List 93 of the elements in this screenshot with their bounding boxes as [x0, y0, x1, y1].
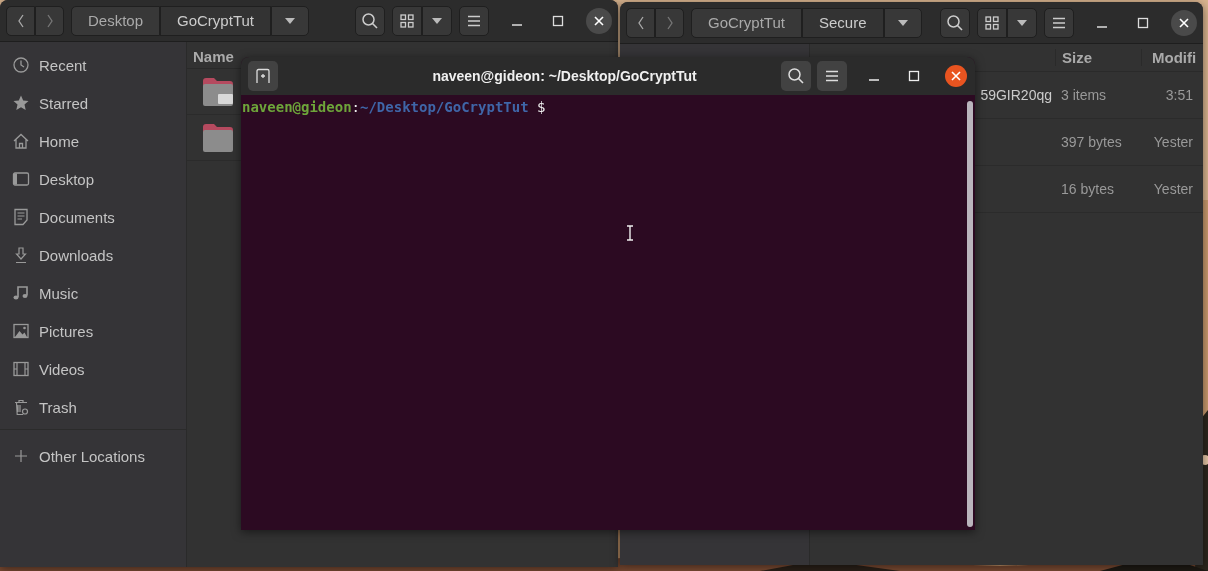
path-segment[interactable]: Secure: [801, 7, 884, 38]
menu-icon: [467, 14, 481, 27]
sidebar-item[interactable]: Documents: [0, 198, 186, 236]
close-icon: [593, 14, 605, 27]
path-dropdown[interactable]: [271, 5, 309, 36]
music-icon: [12, 284, 30, 302]
menu-icon: [1052, 16, 1066, 29]
back-button[interactable]: [6, 5, 35, 36]
sidebar-label: Pictures: [39, 322, 94, 340]
grid-icon: [985, 15, 999, 30]
sidebar-item[interactable]: Music: [0, 274, 186, 312]
starred-icon: [12, 94, 30, 112]
sidebar-item[interactable]: Downloads: [0, 236, 186, 274]
scrollbar[interactable]: [967, 101, 973, 527]
search-button[interactable]: [355, 5, 385, 36]
menu-button[interactable]: [817, 61, 847, 91]
file-size: 3 items: [1060, 87, 1108, 103]
menu-button[interactable]: [1044, 7, 1074, 38]
shell-prompt: naveen@gideon:~/Desktop/GoCryptTut $: [242, 99, 546, 115]
grid-icon: [400, 13, 414, 28]
close-button[interactable]: [1171, 9, 1197, 36]
sidebar-label: Recent: [39, 56, 87, 74]
folder-icon[interactable]: [202, 122, 234, 153]
new-tab-button[interactable]: [248, 61, 278, 91]
search-button[interactable]: [781, 61, 811, 91]
sidebar-label: Desktop: [39, 170, 95, 188]
sidebar-label: Trash: [39, 398, 77, 416]
search-icon: [361, 11, 379, 30]
close-button[interactable]: [945, 65, 967, 87]
column-header[interactable]: Size: [1055, 49, 1141, 66]
caret-icon: [431, 16, 443, 25]
maximize-icon: [908, 70, 920, 82]
window-title: naveen@gideon: ~/Desktop/GoCryptTut: [431, 68, 698, 84]
maximize-icon: [1137, 16, 1149, 29]
sidebar-item[interactable]: Home: [0, 122, 186, 160]
path-segment[interactable]: GoCryptTut: [160, 5, 271, 36]
minimize-icon: [1097, 25, 1107, 28]
close-icon: [1178, 16, 1190, 29]
caret-icon: [284, 16, 296, 25]
minimize-icon: [512, 23, 522, 26]
search-button[interactable]: [940, 7, 970, 38]
recent-icon: [12, 56, 30, 74]
file-size: 397 bytes: [1060, 134, 1123, 150]
sidebar-label: Home: [39, 132, 79, 150]
view-options-button[interactable]: [1007, 7, 1037, 38]
desktop-icon: [12, 170, 30, 188]
sidebar-item[interactable]: Desktop: [0, 160, 186, 198]
sidebar-label: Other Locations: [39, 447, 145, 465]
sidebar-item[interactable]: Recent: [0, 46, 186, 84]
view-grid-button[interactable]: [392, 5, 422, 36]
minimize-icon: [869, 79, 879, 81]
column-header[interactable]: Modifi: [1141, 49, 1197, 66]
search-icon: [787, 67, 805, 85]
back-button[interactable]: [626, 7, 655, 38]
plus-icon: [12, 447, 30, 465]
file-size: 16 bytes: [1060, 181, 1115, 197]
view-options-button[interactable]: [422, 5, 452, 36]
caret-icon: [896, 18, 909, 27]
sidebar-label: Documents: [39, 208, 115, 226]
sidebar-label: Music: [39, 284, 79, 302]
close-icon: [950, 70, 962, 82]
file-modified: Yester: [1152, 181, 1193, 197]
view-grid-button[interactable]: [977, 7, 1007, 38]
maximize-icon: [552, 14, 564, 27]
sidebar-item[interactable]: Pictures: [0, 312, 186, 350]
pictures-icon: [12, 322, 30, 340]
path-segment[interactable]: Desktop: [71, 5, 161, 36]
sidebar-label: Videos: [39, 360, 85, 378]
sidebar-label: Starred: [39, 94, 89, 112]
trash-icon: [12, 398, 30, 416]
menu-button[interactable]: [459, 5, 489, 36]
close-button[interactable]: [586, 7, 612, 34]
file-name: 59GIR20qg: [980, 87, 1052, 103]
menu-icon: [825, 70, 839, 82]
caret-icon: [1016, 18, 1028, 27]
search-icon: [946, 13, 964, 32]
downloads-icon: [12, 246, 30, 264]
text-cursor-icon: [626, 225, 634, 241]
sidebar-item[interactable]: Videos: [0, 350, 186, 388]
sidebar-label: Downloads: [39, 246, 114, 264]
other-locations-item[interactable]: Other Locations: [0, 437, 186, 475]
sidebar-item[interactable]: Trash: [0, 388, 186, 426]
documents-icon: [12, 208, 30, 226]
column-header[interactable]: Name: [193, 48, 234, 65]
path-dropdown[interactable]: [883, 7, 922, 38]
home-icon: [12, 132, 30, 150]
sidebar-item[interactable]: Starred: [0, 84, 186, 122]
folder-with-drive-icon[interactable]: [202, 76, 234, 107]
file-modified: 3:51: [1164, 87, 1193, 103]
videos-icon: [12, 360, 30, 378]
file-modified: Yester: [1152, 134, 1193, 150]
path-segment[interactable]: GoCryptTut: [691, 7, 802, 38]
new-tab-icon: [255, 68, 271, 84]
